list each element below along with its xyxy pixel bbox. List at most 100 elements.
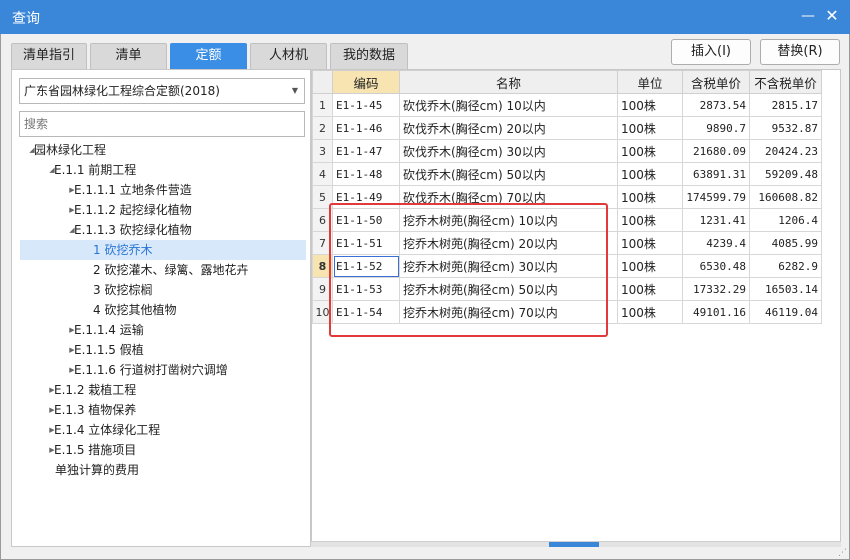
row-number[interactable]: 8 xyxy=(312,254,333,278)
cell-price-tax[interactable]: 63891.31 xyxy=(682,162,750,186)
tab-bill-guide[interactable]: 清单指引 xyxy=(11,43,87,69)
cell-unit[interactable]: 100株 xyxy=(617,185,683,209)
cell-code[interactable]: E1-1-50 xyxy=(332,208,400,232)
table-row[interactable]: 1 E1-1-45 砍伐乔木(胸径cm) 10以内 100株 2873.54 2815.1… xyxy=(312,93,822,117)
cell-price-notax[interactable]: 59209.48 xyxy=(749,162,822,186)
tree-item[interactable]: 单独计算的费用 xyxy=(20,460,306,480)
tree-item[interactable]: 1 砍挖乔木 xyxy=(20,240,306,260)
cell-unit[interactable]: 100株 xyxy=(617,139,683,163)
cell-price-tax[interactable]: 9890.7 xyxy=(682,116,750,140)
search-input[interactable] xyxy=(19,111,305,137)
tree-item[interactable]: ▶ E.1.1.5 假植 xyxy=(20,340,306,360)
cell-unit[interactable]: 100株 xyxy=(617,254,683,278)
tree-item[interactable]: ▶ E.1.5 措施项目 xyxy=(20,440,306,460)
cell-name[interactable]: 砍伐乔木(胸径cm) 20以内 xyxy=(399,116,618,140)
cell-price-notax[interactable]: 9532.87 xyxy=(749,116,822,140)
row-number[interactable]: 10 xyxy=(312,300,333,324)
cell-unit[interactable]: 100株 xyxy=(617,116,683,140)
cell-name[interactable]: 挖乔木树蔸(胸径cm) 50以内 xyxy=(399,277,618,301)
cell-name[interactable]: 挖乔木树蔸(胸径cm) 70以内 xyxy=(399,300,618,324)
cell-code[interactable]: E1-1-54 xyxy=(332,300,400,324)
cell-unit[interactable]: 100株 xyxy=(617,231,683,255)
tree-item[interactable]: ▶ E.1.2 栽植工程 xyxy=(20,380,306,400)
tree-item[interactable]: ◢ E.1.1.3 砍挖绿化植物 xyxy=(20,220,306,240)
cell-code[interactable]: E1-1-51 xyxy=(332,231,400,255)
tab-quota[interactable]: 定额 xyxy=(170,43,247,69)
tree-item[interactable]: ▶ E.1.1.1 立地条件营造 xyxy=(20,180,306,200)
close-icon[interactable]: ✕ xyxy=(823,7,841,25)
row-number[interactable]: 6 xyxy=(312,208,333,232)
panel-splitter[interactable] xyxy=(311,541,841,547)
cell-unit[interactable]: 100株 xyxy=(617,208,683,232)
row-number[interactable]: 7 xyxy=(312,231,333,255)
col-header-code[interactable]: 编码 xyxy=(332,70,400,94)
cell-code[interactable]: E1-1-49 xyxy=(332,185,400,209)
cell-code[interactable]: E1-1-46 xyxy=(332,116,400,140)
cell-price-notax[interactable]: 6282.9 xyxy=(749,254,822,278)
table-row[interactable]: 6 E1-1-50 挖乔木树蔸(胸径cm) 10以内 100株 1231.41 1206.… xyxy=(312,208,822,232)
cell-price-notax[interactable]: 160608.82 xyxy=(749,185,822,209)
cell-code[interactable]: E1-1-47 xyxy=(332,139,400,163)
cell-price-tax[interactable]: 6530.48 xyxy=(682,254,750,278)
tree-item[interactable]: 4 砍挖其他植物 xyxy=(20,300,306,320)
row-number[interactable]: 5 xyxy=(312,185,333,209)
chevron-down-icon[interactable]: ▼ xyxy=(292,79,298,103)
row-number[interactable]: 4 xyxy=(312,162,333,186)
resize-grip-icon[interactable]: ⋰ xyxy=(838,548,847,558)
cell-name[interactable]: 挖乔木树蔸(胸径cm) 20以内 xyxy=(399,231,618,255)
cell-price-notax[interactable]: 2815.17 xyxy=(749,93,822,117)
tree-item[interactable]: ▶ E.1.3 植物保养 xyxy=(20,400,306,420)
cell-code[interactable]: E1-1-52 xyxy=(332,254,400,278)
cell-name[interactable]: 挖乔木树蔸(胸径cm) 30以内 xyxy=(399,254,618,278)
col-header-price-notax[interactable]: 不含税单价 xyxy=(749,70,822,94)
cell-price-tax[interactable]: 174599.79 xyxy=(682,185,750,209)
table-row[interactable]: 9 E1-1-53 挖乔木树蔸(胸径cm) 50以内 100株 17332.29 1650… xyxy=(312,277,822,301)
cell-price-notax[interactable]: 46119.04 xyxy=(749,300,822,324)
cell-price-tax[interactable]: 49101.16 xyxy=(682,300,750,324)
cell-code[interactable]: E1-1-45 xyxy=(332,93,400,117)
cell-price-tax[interactable]: 4239.4 xyxy=(682,231,750,255)
table-row[interactable]: 4 E1-1-48 砍伐乔木(胸径cm) 50以内 100株 63891.31 59209… xyxy=(312,162,822,186)
cell-unit[interactable]: 100株 xyxy=(617,277,683,301)
tree-item[interactable]: ◢ 园林绿化工程 xyxy=(20,140,306,160)
cell-unit[interactable]: 100株 xyxy=(617,93,683,117)
tree-item[interactable]: ▶ E.1.1.6 行道树打凿树穴调增 xyxy=(20,360,306,380)
table-row[interactable]: 2 E1-1-46 砍伐乔木(胸径cm) 20以内 100株 9890.7 9532.87 xyxy=(312,116,822,140)
insert-button[interactable]: 插入(I) xyxy=(671,39,751,65)
tab-bill[interactable]: 清单 xyxy=(90,43,167,69)
table-row[interactable]: 8 E1-1-52 挖乔木树蔸(胸径cm) 30以内 100株 6530.48 6282.… xyxy=(312,254,822,278)
cell-price-notax[interactable]: 16503.14 xyxy=(749,277,822,301)
cell-price-notax[interactable]: 20424.23 xyxy=(749,139,822,163)
replace-button[interactable]: 替换(R) xyxy=(760,39,840,65)
cell-unit[interactable]: 100株 xyxy=(617,162,683,186)
table-row[interactable]: 7 E1-1-51 挖乔木树蔸(胸径cm) 20以内 100株 4239.4 4085.9… xyxy=(312,231,822,255)
cell-price-tax[interactable]: 1231.41 xyxy=(682,208,750,232)
col-header-name[interactable]: 名称 xyxy=(399,70,618,94)
cell-price-tax[interactable]: 2873.54 xyxy=(682,93,750,117)
cell-name[interactable]: 砍伐乔木(胸径cm) 70以内 xyxy=(399,185,618,209)
tree-item[interactable]: ◢ E.1.1 前期工程 xyxy=(20,160,306,180)
cell-name[interactable]: 挖乔木树蔸(胸径cm) 10以内 xyxy=(399,208,618,232)
cell-name[interactable]: 砍伐乔木(胸径cm) 10以内 xyxy=(399,93,618,117)
row-number[interactable]: 9 xyxy=(312,277,333,301)
cell-price-notax[interactable]: 1206.4 xyxy=(749,208,822,232)
row-number[interactable]: 3 xyxy=(312,139,333,163)
col-header-price-tax[interactable]: 含税单价 xyxy=(682,70,750,94)
cell-price-tax[interactable]: 21680.09 xyxy=(682,139,750,163)
cell-code[interactable]: E1-1-53 xyxy=(332,277,400,301)
cell-price-notax[interactable]: 4085.99 xyxy=(749,231,822,255)
table-row[interactable]: 10 E1-1-54 挖乔木树蔸(胸径cm) 70以内 100株 49101.16 461… xyxy=(312,300,822,324)
minimize-icon[interactable]: — xyxy=(799,7,817,25)
cell-name[interactable]: 砍伐乔木(胸径cm) 50以内 xyxy=(399,162,618,186)
cell-name[interactable]: 砍伐乔木(胸径cm) 30以内 xyxy=(399,139,618,163)
tree-item[interactable]: 3 砍挖棕榈 xyxy=(20,280,306,300)
tab-labor-material[interactable]: 人材机 xyxy=(250,43,327,69)
col-header-unit[interactable]: 单位 xyxy=(617,70,683,94)
cell-price-tax[interactable]: 17332.29 xyxy=(682,277,750,301)
row-number[interactable]: 1 xyxy=(312,93,333,117)
tab-my-data[interactable]: 我的数据 xyxy=(330,43,408,69)
splitter-grip[interactable] xyxy=(549,542,599,547)
tree-item[interactable]: 2 砍挖灌木、绿篱、露地花卉 xyxy=(20,260,306,280)
cell-code[interactable]: E1-1-48 xyxy=(332,162,400,186)
tree-item[interactable]: ▶ E.1.1.4 运输 xyxy=(20,320,306,340)
